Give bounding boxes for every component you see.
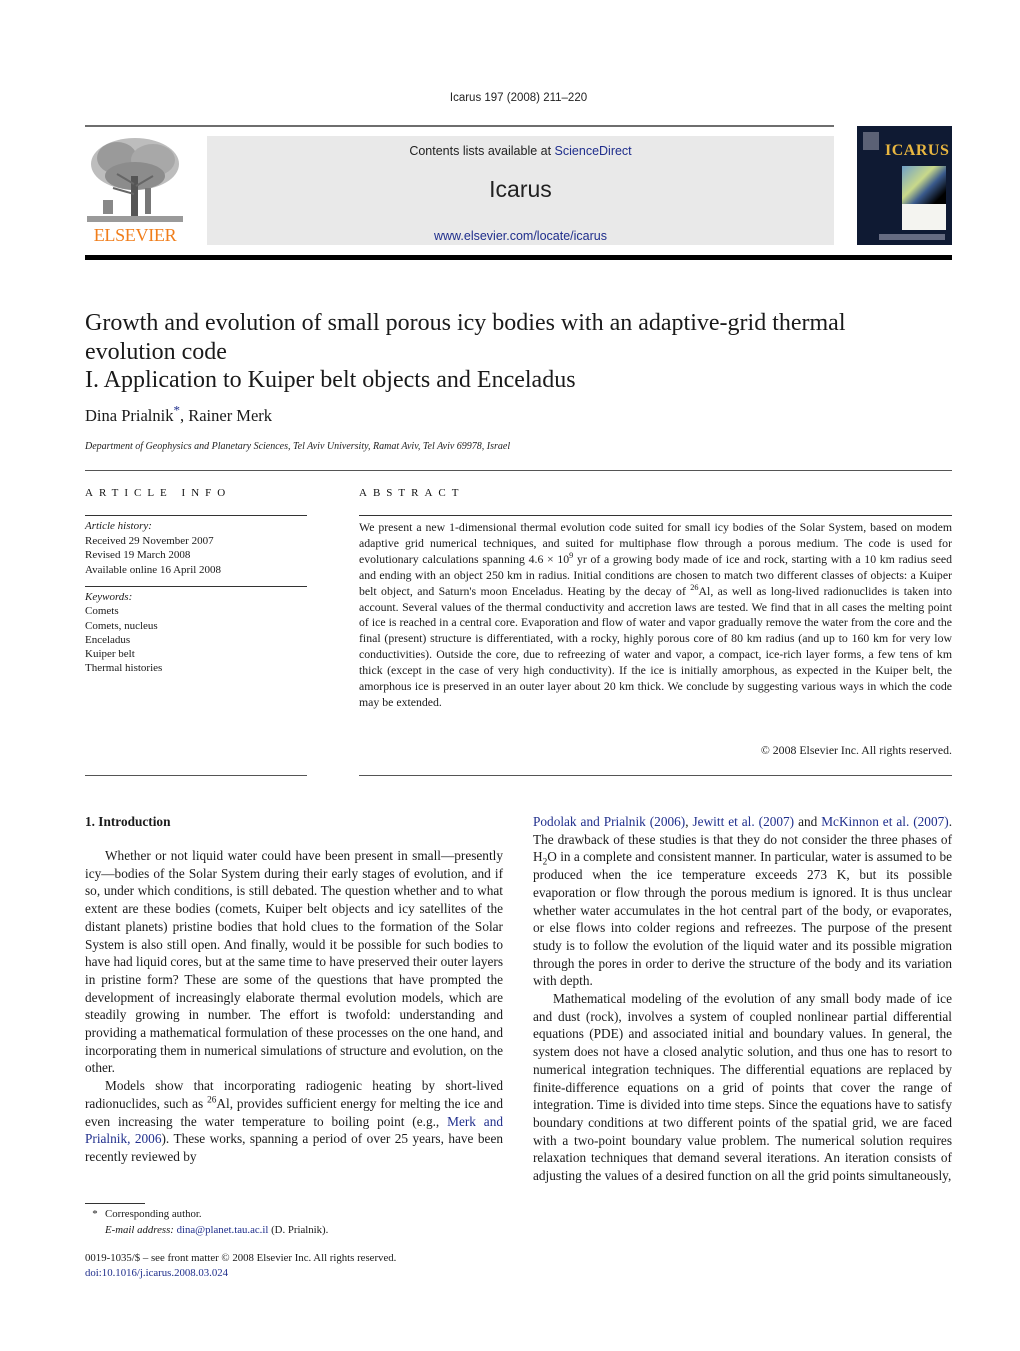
- email-suffix: (D. Prialnik).: [268, 1223, 329, 1236]
- abstract-text: We present a new 1-dimensional thermal e…: [359, 520, 952, 711]
- paragraph: Whether or not liquid water could have b…: [85, 848, 503, 1076]
- front-matter: 0019-1035/$ – see front matter © 2008 El…: [85, 1251, 396, 1281]
- author-list: Dina Prialnik*, Rainer Merk: [85, 404, 273, 426]
- text-segment: O in a complete and consistent manner. I…: [533, 849, 952, 989]
- keywords-label: Keywords:: [85, 591, 133, 603]
- journal-banner: Contents lists available at ScienceDirec…: [207, 136, 834, 245]
- divider: [85, 470, 952, 471]
- affiliation: Department of Geophysics and Planetary S…: [85, 441, 511, 452]
- history-revised: Revised 19 March 2008: [85, 549, 191, 561]
- abstract-heading: ABSTRACT: [359, 487, 465, 499]
- journal-name: Icarus: [489, 176, 552, 202]
- elsevier-wordmark: ELSEVIER: [93, 225, 177, 245]
- header-thick-rule: [85, 255, 952, 260]
- section-heading: 1. Introduction: [85, 814, 171, 829]
- citation-link[interactable]: Podolak and Prialnik (2006): [533, 814, 685, 829]
- keyword: Enceladus: [85, 633, 131, 646]
- elsevier-logo[interactable]: ELSEVIER: [85, 136, 185, 246]
- email-link[interactable]: dina@planet.tau.ac.il: [177, 1224, 269, 1236]
- cover-footer-text: [879, 234, 945, 240]
- paragraph: Mathematical modeling of the evolution o…: [533, 991, 952, 1184]
- issn-copyright: 0019-1035/$ – see front matter © 2008 El…: [85, 1252, 397, 1264]
- header-top-rule: [85, 125, 834, 127]
- paragraph: Models show that incorporating radiogeni…: [85, 1077, 503, 1166]
- divider: [359, 775, 952, 776]
- history-label: Article history:: [85, 520, 152, 532]
- text-segment: and: [794, 814, 822, 829]
- contents-prefix: Contents lists available at: [409, 144, 555, 158]
- doi-link[interactable]: doi:10.1016/j.icarus.2008.03.024: [85, 1267, 228, 1279]
- journal-url-link[interactable]: www.elsevier.com/locate/icarus: [434, 229, 607, 243]
- superscript: 26: [207, 1095, 217, 1106]
- citation-link[interactable]: McKinnon et al. (2007): [821, 814, 948, 829]
- cover-title: ICARUS: [885, 142, 950, 159]
- divider: [85, 515, 307, 516]
- keyword: Comets, nucleus: [85, 619, 158, 632]
- journal-cover-thumbnail[interactable]: ICARUS: [857, 126, 952, 245]
- keyword: Comets: [85, 605, 119, 618]
- email-label: E-mail address:: [105, 1223, 174, 1236]
- footnote: * Corresponding author. E-mail address: d…: [85, 1207, 328, 1238]
- superscript: 26: [690, 582, 699, 592]
- divider: [359, 515, 952, 516]
- journal-url-line: www.elsevier.com/locate/icarus: [207, 229, 834, 243]
- article-info-heading: ARTICLE INFO: [85, 487, 232, 499]
- keyword: Thermal histories: [85, 662, 163, 675]
- title-line: evolution code: [85, 338, 227, 365]
- keywords: Keywords: Comets Comets, nucleus Encelad…: [85, 590, 162, 676]
- cover-image: [902, 166, 946, 204]
- title-line: I. Application to Kuiper belt objects an…: [85, 367, 576, 393]
- abstract-copyright: © 2008 Elsevier Inc. All rights reserved…: [760, 743, 952, 757]
- journal-citation: Icarus 197 (2008) 211–220: [449, 92, 588, 104]
- history-received: Received 29 November 2007: [85, 534, 214, 547]
- cover-plot: [902, 204, 946, 230]
- article-history: Article history: Received 29 November 20…: [85, 519, 221, 577]
- contents-line: Contents lists available at ScienceDirec…: [207, 144, 834, 158]
- title-line: Growth and evolution of small porous icy…: [85, 310, 846, 336]
- keyword: Kuiper belt: [85, 648, 135, 661]
- article-title: Growth and evolution of small porous icy…: [85, 309, 965, 395]
- body-column-right: Podolak and Prialnik (2006), Jewitt et a…: [533, 813, 952, 1185]
- sciencedirect-link[interactable]: ScienceDirect: [555, 144, 632, 158]
- paragraph: Podolak and Prialnik (2006), Jewitt et a…: [533, 813, 952, 990]
- author-name: Rainer Merk: [188, 406, 273, 425]
- divider: [85, 586, 307, 587]
- author-name: Dina Prialnik: [85, 406, 174, 425]
- elsevier-tree-icon: [87, 136, 183, 224]
- divider: [85, 775, 307, 776]
- citation-link[interactable]: Jewitt et al. (2007): [693, 814, 795, 829]
- body-column-left: Whether or not liquid water could have b…: [85, 847, 503, 1166]
- abstract-segment: Al, as well as long-lived radionuclides …: [359, 583, 952, 709]
- cover-publisher-mark: [863, 132, 879, 150]
- text-segment: ,: [685, 814, 693, 829]
- history-online: Available online 16 April 2008: [85, 563, 222, 576]
- footnote-rule: [85, 1203, 145, 1204]
- footnote-marker: *: [92, 1208, 98, 1220]
- corresponding-author-note: Corresponding author.: [105, 1208, 202, 1220]
- author-separator: ,: [179, 406, 189, 425]
